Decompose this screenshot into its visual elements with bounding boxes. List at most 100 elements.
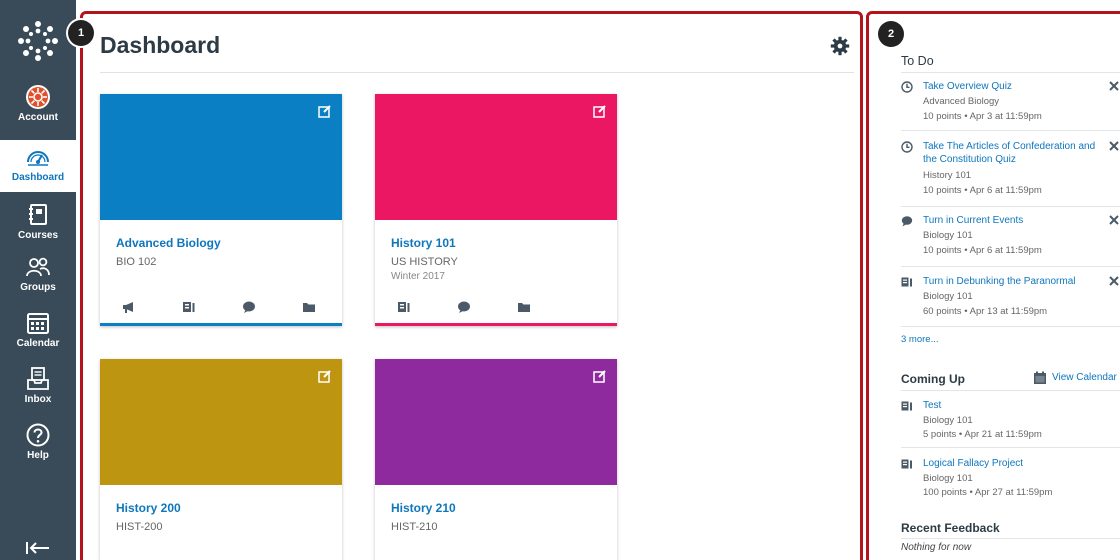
- edit-card-icon[interactable]: [318, 104, 332, 118]
- canvas-logo-icon[interactable]: [17, 20, 59, 62]
- course-code: US HISTORY: [391, 256, 458, 268]
- discussions-icon[interactable]: [242, 300, 256, 314]
- dismiss-icon[interactable]: [1108, 80, 1120, 92]
- assignment-icon: [901, 401, 912, 411]
- coming-up-item-meta: 100 points • Apr 27 at 11:59pm: [923, 487, 1053, 498]
- todo-divider: [901, 130, 1120, 131]
- course-card-history-200[interactable]: History 200 HIST-200: [100, 359, 342, 560]
- gear-icon[interactable]: [830, 36, 850, 56]
- todo-item-meta: 10 points • Apr 3 at 11:59pm: [923, 111, 1042, 122]
- discussion-icon: [901, 216, 913, 227]
- todo-item-course: Biology 101: [923, 291, 973, 302]
- course-card-advanced-biology[interactable]: Advanced Biology BIO 102: [100, 94, 342, 326]
- recent-feedback-heading: Recent Feedback: [901, 521, 1000, 535]
- nav-item-calendar[interactable]: Calendar: [0, 306, 76, 358]
- course-card-history-101[interactable]: History 101 US HISTORY Winter 2017: [375, 94, 617, 326]
- todo-heading: To Do: [901, 54, 934, 68]
- files-icon[interactable]: [302, 300, 316, 314]
- dismiss-icon[interactable]: [1108, 275, 1120, 287]
- collapse-nav-icon[interactable]: [24, 538, 52, 558]
- nav-item-help[interactable]: Help: [0, 418, 76, 470]
- view-calendar-label[interactable]: View Calendar: [1052, 372, 1117, 383]
- global-navigation: Account Dashboard Courses Groups Calenda…: [0, 0, 76, 560]
- nav-label-calendar: Calendar: [16, 338, 60, 349]
- todo-item-course: Biology 101: [923, 230, 973, 241]
- feedback-divider: [901, 538, 1120, 539]
- todo-item-meta: 60 points • Apr 13 at 11:59pm: [923, 306, 1048, 317]
- edit-card-icon[interactable]: [593, 369, 607, 383]
- coming-up-item-meta: 5 points • Apr 21 at 11:59pm: [923, 429, 1042, 440]
- course-card-hero[interactable]: [375, 359, 617, 485]
- calendar-icon: [27, 313, 49, 334]
- courses-book-icon: [29, 204, 47, 225]
- coming-up-item-title[interactable]: Test: [923, 399, 1097, 412]
- todo-divider: [901, 72, 1120, 73]
- course-color-bar: [100, 323, 342, 326]
- calendar-icon: [1034, 371, 1046, 384]
- nav-item-courses[interactable]: Courses: [0, 198, 76, 250]
- todo-item-meta: 10 points • Apr 6 at 11:59pm: [923, 185, 1042, 196]
- course-code: HIST-210: [391, 521, 438, 533]
- quiz-icon: [901, 141, 913, 153]
- callout-badge-main: 1: [68, 20, 94, 46]
- dismiss-icon[interactable]: [1108, 214, 1120, 226]
- dismiss-icon[interactable]: [1108, 140, 1120, 152]
- todo-divider: [901, 266, 1120, 267]
- course-name[interactable]: Advanced Biology: [116, 236, 221, 250]
- course-card-hero[interactable]: [375, 94, 617, 220]
- callout-badge-sidebar: 2: [878, 21, 904, 47]
- course-name[interactable]: History 200: [116, 501, 181, 515]
- todo-divider: [901, 206, 1120, 207]
- todo-item-title[interactable]: Take Overview Quiz: [923, 80, 1097, 93]
- recent-feedback-empty: Nothing for now: [901, 542, 972, 553]
- course-card-hero[interactable]: [100, 94, 342, 220]
- coming-up-item-title[interactable]: Logical Fallacy Project: [923, 457, 1097, 470]
- todo-item-course: History 101: [923, 170, 972, 181]
- course-term: Winter 2017: [391, 271, 445, 282]
- help-icon: [26, 423, 50, 447]
- todo-item-course: Advanced Biology: [923, 96, 1000, 107]
- edit-card-icon[interactable]: [593, 104, 607, 118]
- todo-item-title[interactable]: Turn in Current Events: [923, 214, 1097, 227]
- nav-item-inbox[interactable]: Inbox: [0, 362, 76, 414]
- course-card-hero[interactable]: [100, 359, 342, 485]
- canvas-lms-dashboard: Account Dashboard Courses Groups Calenda…: [0, 0, 1120, 560]
- course-name[interactable]: History 210: [391, 501, 456, 515]
- nav-label-account: Account: [18, 112, 58, 123]
- coming-up-item-course: Biology 101: [923, 415, 973, 426]
- todo-more-link[interactable]: 3 more...: [901, 334, 939, 345]
- nav-item-dashboard[interactable]: Dashboard: [0, 140, 76, 192]
- groups-people-icon: [26, 257, 50, 277]
- course-card-history-210[interactable]: History 210 HIST-210: [375, 359, 617, 560]
- assignment-icon: [901, 459, 912, 469]
- todo-item: Take Overview Quiz Advanced Biology 10 p…: [901, 80, 1120, 126]
- nav-item-groups[interactable]: Groups: [0, 250, 76, 302]
- todo-item-title[interactable]: Take The Articles of Confederation and t…: [923, 140, 1097, 166]
- files-icon[interactable]: [517, 300, 531, 314]
- assignments-icon[interactable]: [182, 300, 196, 314]
- course-name[interactable]: History 101: [391, 236, 456, 250]
- coming-up-item: Test Biology 101 5 points • Apr 21 at 11…: [901, 399, 1120, 445]
- todo-item-meta: 10 points • Apr 6 at 11:59pm: [923, 245, 1042, 256]
- coming-up-item-course: Biology 101: [923, 473, 973, 484]
- course-code: BIO 102: [116, 256, 157, 268]
- coming-up-item: Logical Fallacy Project Biology 101 100 …: [901, 457, 1120, 503]
- nav-item-account[interactable]: Account: [0, 80, 76, 132]
- nav-label-inbox: Inbox: [24, 394, 52, 405]
- nav-label-help: Help: [27, 450, 49, 461]
- nav-label-groups: Groups: [20, 282, 56, 293]
- coming-up-heading: Coming Up: [901, 372, 965, 386]
- assignments-icon[interactable]: [397, 300, 411, 314]
- course-card-actions: [375, 300, 617, 316]
- todo-item-title[interactable]: Turn in Debunking the Paranormal: [923, 275, 1097, 288]
- course-card-actions: [100, 300, 342, 316]
- edit-card-icon[interactable]: [318, 369, 332, 383]
- header-divider: [100, 72, 854, 73]
- todo-item: Turn in Debunking the Paranormal Biology…: [901, 275, 1120, 321]
- dashboard-gauge-icon: [27, 151, 49, 166]
- todo-item: Take The Articles of Confederation and t…: [901, 140, 1120, 200]
- coming-up-divider: [901, 447, 1120, 448]
- announcements-icon[interactable]: [122, 300, 136, 314]
- coming-up-divider: [901, 390, 1120, 391]
- discussions-icon[interactable]: [457, 300, 471, 314]
